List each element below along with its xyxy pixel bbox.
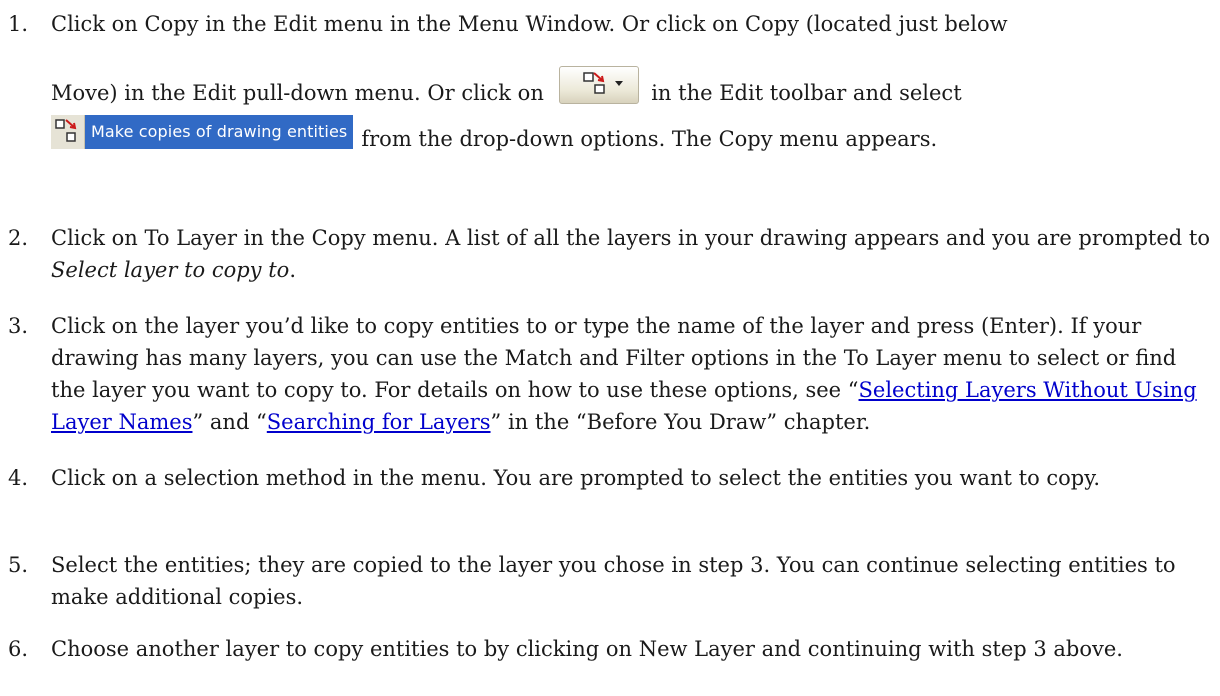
step-1-line-2: Move) in the Edit pull-down menu. Or cli… — [51, 66, 1210, 113]
step-3-body: Click on the layer you’d like to copy en… — [51, 310, 1210, 438]
step-3-text-b: ” and “ — [192, 410, 267, 434]
step-number: 3. — [8, 314, 29, 338]
step-6-body: Choose another layer to copy entities to… — [51, 633, 1210, 665]
copy-entities-icon — [51, 115, 85, 149]
step-4-text: Click on a selection method in the menu.… — [51, 466, 1100, 490]
step-number: 4. — [8, 466, 29, 490]
step-1-line-1: Click on Copy in the Edit menu in the Me… — [51, 12, 1008, 36]
step-5-text: Select the entities; they are copied to … — [51, 553, 1176, 609]
step-number: 5. — [8, 553, 29, 577]
step-number: 6. — [8, 637, 29, 661]
instruction-page: 1. Click on Copy in the Edit menu in the… — [0, 0, 1220, 696]
step-1-line-3: Make copies of drawing entities from the… — [51, 115, 1210, 159]
step-1-text-b: in the Edit toolbar and select — [651, 81, 962, 105]
step-2-body: Click on To Layer in the Copy menu. A li… — [51, 222, 1210, 286]
step-1-body: Click on Copy in the Edit menu in the Me… — [51, 8, 1210, 159]
step-1-text-a: Move) in the Edit pull-down menu. Or cli… — [51, 81, 544, 105]
step-number: 2. — [8, 226, 29, 250]
step-4-body: Click on a selection method in the menu.… — [51, 462, 1210, 494]
make-copies-option-label: Make copies of drawing entities — [91, 122, 348, 141]
step-6-text: Choose another layer to copy entities to… — [51, 637, 1123, 661]
step-number: 1. — [8, 12, 29, 36]
make-copies-option[interactable]: Make copies of drawing entities — [51, 115, 354, 149]
copy-dropdown-icon — [582, 72, 623, 94]
step-1: 1. Click on Copy in the Edit menu in the… — [0, 8, 1220, 208]
step-2-text-b: . — [289, 258, 296, 282]
step-1-text-c: from the drop-down options. The Copy men… — [361, 127, 938, 151]
copy-dropdown-button[interactable] — [558, 66, 639, 104]
step-5-body: Select the entities; they are copied to … — [51, 549, 1210, 613]
prompt-text: Select layer to copy to — [51, 258, 290, 282]
step-3-text-c: ” in the “Before You Draw” chapter. — [490, 410, 871, 434]
step-2-text-a: Click on To Layer in the Copy menu. A li… — [51, 226, 1210, 250]
link-searching-for-layers[interactable]: Searching for Layers — [267, 410, 491, 434]
